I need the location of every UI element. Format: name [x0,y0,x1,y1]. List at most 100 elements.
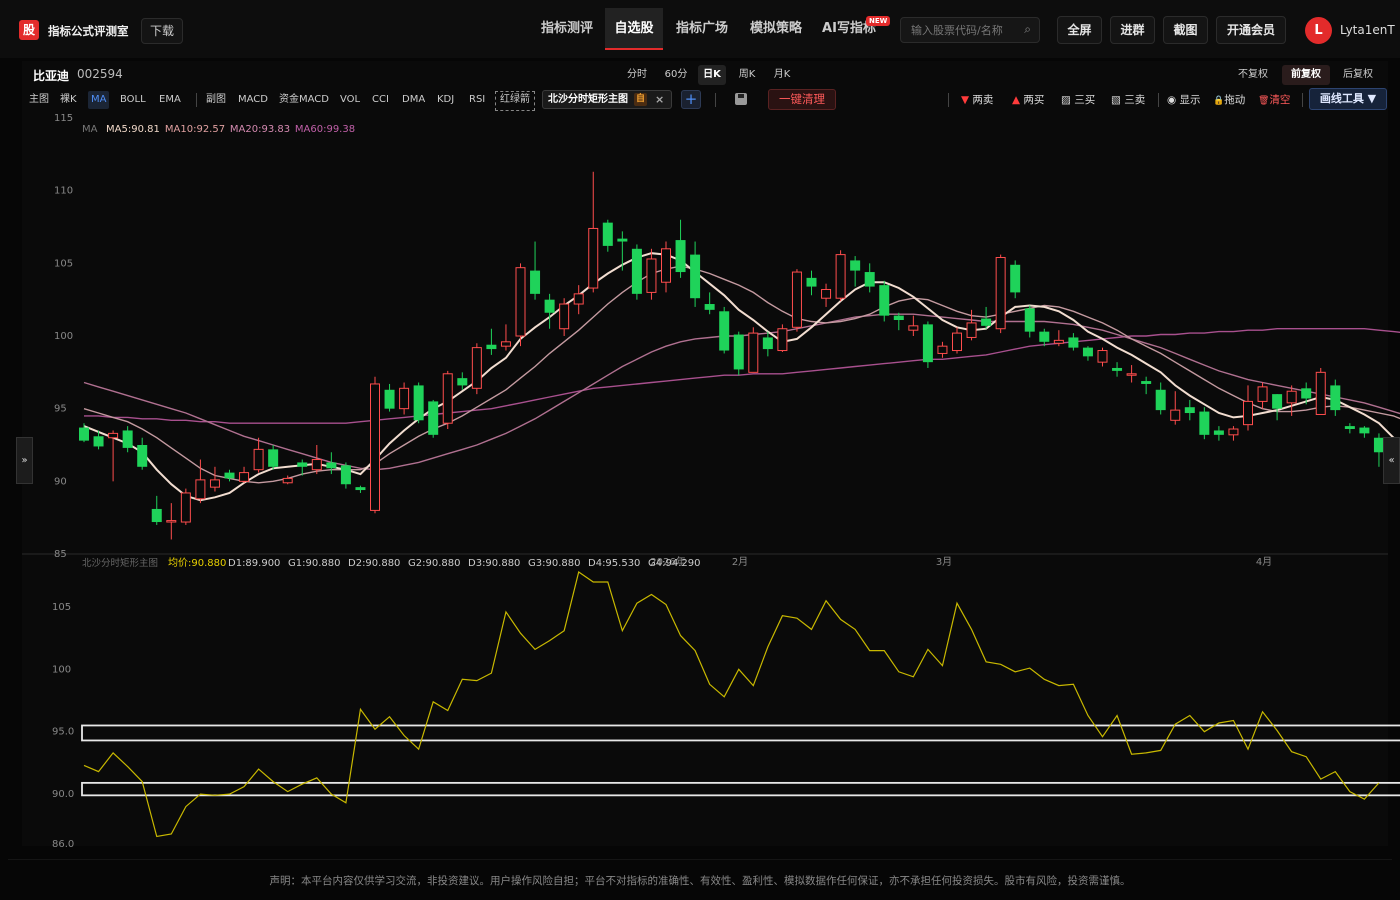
sub-legend-item: 均价:90.880 [168,557,226,569]
main-axis-tick: 85 [54,549,67,560]
sub-axis-tick: 86.0 [52,839,74,850]
ma-legend-item: MA20:93.83 [230,124,290,135]
candle-body [413,385,424,421]
candle-body [1315,371,1326,415]
sub-legend-item: G2:90.880 [408,558,460,569]
candle-body [588,227,599,289]
ma-legend-item: MA5:90.81 [106,124,160,135]
sub-legend-item: D4:95.530 [588,558,640,569]
candle-body [631,248,642,294]
month-label: 4月 [1256,556,1272,568]
candle-body [1170,409,1181,421]
candle-body [1126,373,1137,376]
candle-body [297,462,308,467]
candle-body [1359,427,1370,434]
candle-body [326,462,337,469]
candle-body [1272,394,1283,409]
kline-chart[interactable]: 11511010510095908510510095.090.086.02026… [0,0,1400,900]
sub-legend-title: 北沙分时矩形主图 [82,557,158,569]
candle-body [340,465,351,485]
candle-body [879,285,890,316]
candle-body [791,271,802,328]
candle-body [515,267,526,337]
candle-body [1141,381,1152,384]
range-rectangle [81,781,1400,797]
candle-body [1184,407,1195,414]
candle-body [806,277,817,287]
candle-body [457,378,468,386]
main-axis-tick: 105 [54,258,73,269]
candle-body [1053,339,1064,344]
candle-body [922,324,933,363]
candle-body [1257,386,1268,402]
candle-body [370,383,380,511]
candle-body [311,459,322,471]
main-axis-tick: 115 [54,113,73,124]
candle-body [1243,400,1253,426]
candle-body [195,479,206,500]
candle-body [224,472,235,479]
candle-body [617,238,628,242]
candle-body [850,260,861,271]
candle-body [428,401,439,435]
candle-body [573,293,584,305]
candle-body [893,315,904,321]
sub-legend-item: G4:94.290 [648,558,700,569]
candle-body [1112,367,1123,371]
sub-legend-item: D3:90.880 [468,558,520,569]
candle-body [821,288,832,299]
candle-body [777,328,788,352]
candle-body [602,222,613,246]
candle-body [937,345,948,354]
left-collapse-tab[interactable]: » [16,437,33,484]
candle-body [355,487,366,491]
candle-body [1097,350,1108,363]
candle-body [239,472,250,482]
candle-body [93,436,104,447]
ma-legend-item: MA60:99.38 [295,124,355,135]
candle-body [864,272,875,287]
footer-divider [8,859,1392,860]
sub-legend-item: G1:90.880 [288,558,340,569]
candle-body [79,427,89,441]
sub-legend-item: D2:90.880 [348,558,400,569]
candle-body [282,477,293,484]
main-axis-tick: 95 [54,404,67,415]
disclaimer: 声明：本平台内容仅供学习交流，非投资建议。用户操作风险自担；平台不对指标的准确性… [269,875,1131,887]
candle-body [1301,388,1312,399]
candle-body [384,389,395,409]
candle-body [1213,430,1224,435]
candle-body [486,344,497,350]
candle-body [966,322,977,338]
candle-body [995,257,1006,330]
candle-body [166,520,177,523]
candle-body [399,387,410,410]
candle-body [1344,426,1355,430]
candle-body [268,449,279,467]
candle-body [661,248,671,283]
candle-body [1228,428,1239,436]
candle-body [981,318,992,326]
candle-body [675,240,686,273]
candle-body [151,508,162,523]
sub-legend-item: D1:89.900 [228,558,280,569]
candle-body [908,325,919,331]
right-collapse-tab[interactable]: « [1383,437,1400,484]
candle-body [442,373,453,424]
main-axis-tick: 100 [54,331,73,342]
sub-axis-tick: 100 [52,664,71,675]
candle-body [646,258,657,293]
candle-body [544,299,555,313]
candle-body [1068,337,1079,348]
candle-body [1024,308,1035,332]
avg-price-line [83,571,1380,838]
candle-body [733,334,744,370]
candle-body [137,445,148,467]
ma-legend-item: MA10:92.57 [165,124,225,135]
month-label: 2月 [732,556,748,568]
candle-body [209,479,220,488]
candle-body [1039,331,1050,342]
candle-body [500,341,511,347]
candle-body [1010,264,1021,293]
main-axis-tick: 90 [54,476,67,487]
